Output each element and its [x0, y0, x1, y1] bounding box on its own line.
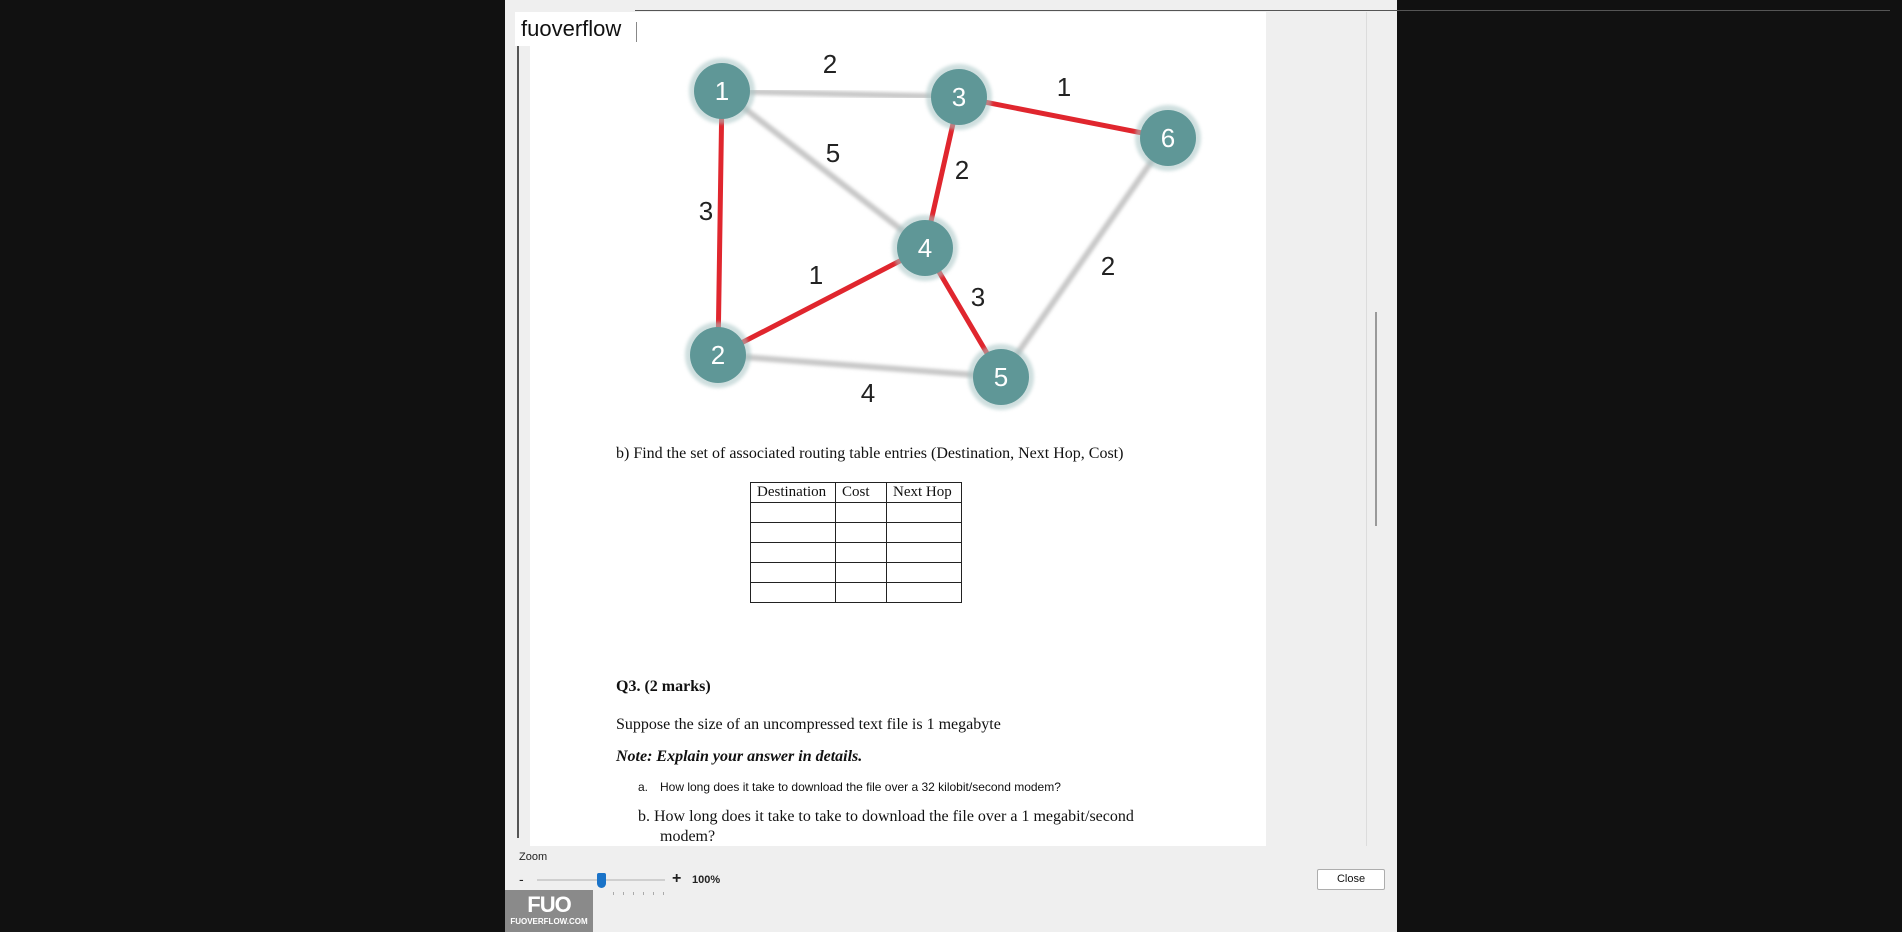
table-row: [750, 542, 962, 563]
routing-table: Destination Cost Next Hop: [750, 482, 962, 603]
zoom-slider-thumb[interactable]: [597, 873, 606, 888]
table-row: [750, 502, 962, 523]
cell-destination: [750, 522, 836, 543]
edge-cost-6-5: 2: [1101, 251, 1115, 281]
cell-next-hop: [886, 522, 962, 543]
cell-next-hop: [886, 582, 962, 603]
cell-next-hop: [886, 562, 962, 583]
cell-cost: [835, 562, 887, 583]
edge-cost-1-3: 2: [823, 49, 837, 79]
node-label-5: 5: [994, 362, 1008, 392]
edge-cost-1-2: 3: [699, 196, 713, 226]
header-cost: Cost: [835, 482, 887, 503]
edge-cost-3-6: 1: [1057, 72, 1071, 102]
text-caret: [636, 22, 637, 42]
slider-tick: [613, 892, 614, 895]
zoom-label: Zoom: [519, 851, 548, 863]
slider-tick: [643, 892, 644, 895]
table-row: [750, 522, 962, 543]
fuo-logo: FUO FUOVERFLOW.COM: [505, 890, 593, 932]
edge-cost-3-4: 2: [955, 155, 969, 185]
q3-b-line2: modem?: [660, 828, 716, 845]
scrollbar-thumb[interactable]: [1375, 312, 1377, 526]
table-row: [750, 562, 962, 583]
network-graph: 2 5 3 1 2 1 3 2 4 1 2 3 4 5 6: [685, 49, 1201, 410]
table-row: [750, 582, 962, 603]
node-label-2: 2: [711, 340, 725, 370]
slider-tick: [623, 892, 624, 895]
slider-tick: [633, 892, 634, 895]
cell-destination: [750, 582, 836, 603]
cell-destination: [750, 502, 836, 523]
edge-6-5: [998, 135, 1171, 380]
q3-b-line1: b. How long does it take to take to down…: [638, 808, 1134, 825]
edge-cost-4-5: 3: [971, 282, 985, 312]
cell-destination: [750, 562, 836, 583]
q3-heading: Q3. (2 marks): [616, 678, 711, 695]
q3-note: Note: Explain your answer in details.: [616, 748, 863, 765]
zoom-out-button[interactable]: -: [519, 872, 524, 886]
edge-1-4: [719, 88, 928, 251]
close-button[interactable]: Close: [1317, 869, 1385, 890]
header-destination: Destination: [750, 482, 836, 503]
q3-a-marker: a.: [638, 780, 649, 794]
edge-cost-1-4: 5: [826, 138, 840, 168]
edge-2-5: [715, 352, 1004, 380]
app-title: fuoverflow: [515, 12, 637, 46]
q3-intro: Suppose the size of an uncompressed text…: [616, 716, 1001, 733]
slider-tick: [663, 892, 664, 895]
node-label-4: 4: [918, 233, 932, 263]
node-label-3: 3: [952, 82, 966, 112]
logo-site: FUOVERFLOW.COM: [510, 917, 588, 926]
edge-1-2: [715, 88, 725, 358]
zoom-in-button[interactable]: +: [672, 871, 681, 887]
header-next-hop: Next Hop: [886, 482, 962, 503]
routing-table-header: Destination Cost Next Hop: [750, 482, 962, 503]
logo-mark: FUO: [527, 892, 571, 917]
zoom-value: 100%: [692, 874, 721, 886]
slider-tick: [653, 892, 654, 895]
node-label-1: 1: [715, 76, 729, 106]
cell-cost: [835, 542, 887, 563]
cell-destination: [750, 542, 836, 563]
node-label-6: 6: [1161, 123, 1175, 153]
question-b: b) Find the set of associated routing ta…: [616, 445, 1124, 462]
q3-a: How long does it take to download the fi…: [660, 780, 1061, 794]
edge-1-3: [719, 88, 962, 100]
edge-cost-2-4: 1: [809, 260, 823, 290]
cell-next-hop: [886, 542, 962, 563]
cell-cost: [835, 582, 887, 603]
cell-cost: [835, 522, 887, 543]
edge-cost-2-5: 4: [861, 378, 875, 408]
cell-cost: [835, 502, 887, 523]
cell-next-hop: [886, 502, 962, 523]
